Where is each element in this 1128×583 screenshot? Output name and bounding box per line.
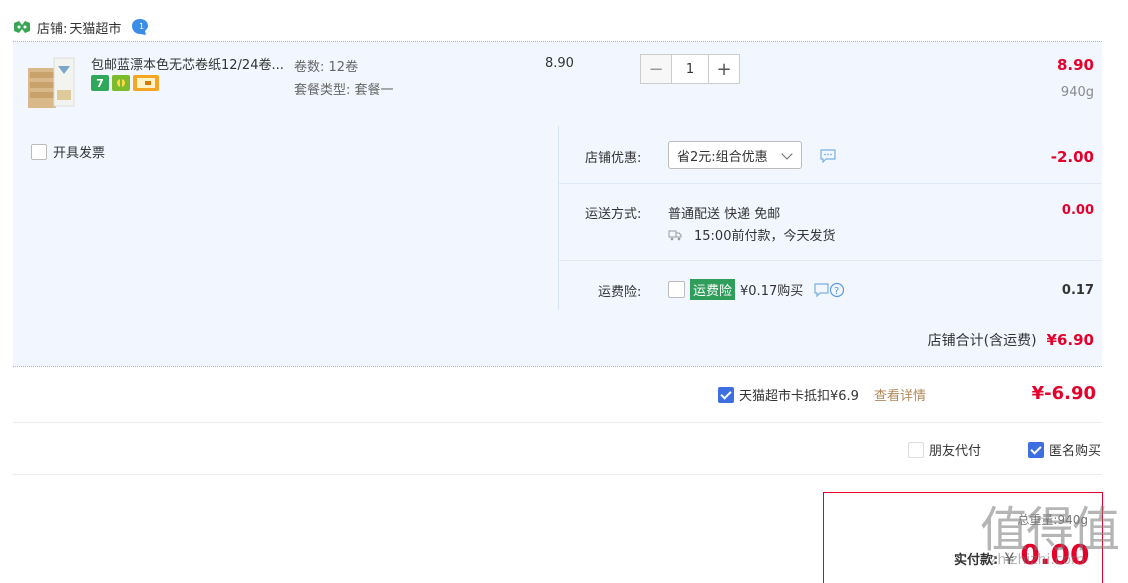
seven-day-return-icon: 7 [91, 75, 109, 91]
order-options-panel: 开具发票 店铺优惠: 省2元:组合优惠 -2.00 运送方式: 普通配送 快递 … [13, 126, 1102, 310]
shop-header: 店铺: 天猫超市 1 [13, 15, 149, 39]
cloud-warehouse-icon [112, 75, 130, 91]
friend-pay-checkbox[interactable] [908, 441, 924, 458]
shop-total-amount: ¥6.90 [1046, 331, 1094, 349]
shop-label: 店铺: [37, 21, 68, 37]
chat-icon[interactable]: 1 [131, 18, 149, 36]
card-deduct-checkbox[interactable] [718, 386, 734, 403]
insurance-tag: 运费险 [690, 279, 736, 300]
shipping-label: 运送方式: [585, 207, 642, 222]
section-divider [13, 474, 1102, 475]
section-divider [13, 422, 1102, 423]
invoice-label: 开具发票 [53, 146, 106, 161]
invoice-checkbox[interactable] [31, 143, 47, 160]
decrease-quantity-button[interactable]: − [640, 54, 672, 84]
shop-name-link[interactable]: 天猫超市 [69, 18, 121, 37]
increase-quantity-button[interactable]: + [708, 54, 740, 84]
shop-discount-select[interactable]: 省2元:组合优惠 [668, 141, 802, 169]
message-icon[interactable] [820, 149, 836, 163]
shop-total-label: 店铺合计(含运费) [927, 333, 1037, 349]
card-deduct-label: 天猫超市卡抵扣¥6.9 [739, 389, 859, 404]
insurance-label: 运费险: [598, 285, 642, 300]
delivery-truck-icon [668, 230, 682, 240]
chevron-down-icon [781, 148, 793, 160]
spec-roll-count: 卷数: 12卷 [294, 60, 359, 75]
item-subtotal: 8.90 [1056, 56, 1094, 74]
options-divider [558, 126, 559, 310]
quantity-stepper: − 1 + [640, 54, 740, 84]
item-weight: 940g [1060, 85, 1094, 100]
unit-price: 8.90 [545, 56, 574, 71]
invoice-option: 开具发票 [31, 142, 105, 161]
watermark-url: zhizhizhi.com [990, 552, 1085, 568]
tmall-logo-icon [14, 21, 30, 33]
anonymous-checkbox[interactable] [1028, 441, 1044, 458]
anonymous-option: 匿名购买 [1028, 440, 1101, 459]
card-deduct-option: 天猫超市卡抵扣¥6.9 查看详情 [718, 385, 926, 404]
card-payment-icon [133, 75, 159, 91]
insurance-help-icons[interactable]: ? [814, 282, 846, 298]
row-divider [559, 260, 1102, 261]
svg-text:?: ? [834, 286, 839, 297]
friend-pay-option: 朋友代付 [908, 440, 981, 459]
shipping-note: 15:00前付款，今天发货 [668, 225, 835, 244]
svg-text:1: 1 [139, 22, 144, 31]
friend-pay-label: 朋友代付 [929, 444, 982, 459]
product-thumbnail[interactable] [28, 54, 78, 110]
shop-discount-label: 店铺优惠: [585, 151, 642, 166]
shipping-amount: 0.00 [1061, 203, 1094, 218]
service-badges: 7 [91, 75, 162, 91]
insurance-option: 运费险 ¥0.17购买 ? [668, 279, 846, 300]
watermark-logo: 值得值 [980, 502, 1120, 558]
shipping-method: 普通配送 快递 免邮 [668, 207, 781, 222]
product-title-link[interactable]: 包邮蓝漂本色无芯卷纸12/24卷... [91, 54, 291, 73]
insurance-checkbox[interactable] [668, 281, 685, 298]
row-divider [559, 183, 1102, 184]
card-deduct-detail-link[interactable]: 查看详情 [874, 385, 926, 404]
insurance-price: ¥0.17购买 [740, 284, 804, 299]
card-deduct-amount: ¥-6.90 [1031, 383, 1096, 404]
insurance-amount: 0.17 [1061, 283, 1094, 298]
shop-total-row: 店铺合计(含运费) ¥6.90 [13, 310, 1102, 367]
shop-discount-selected: 省2元:组合优惠 [677, 149, 768, 165]
spec-package-type: 套餐类型: 套餐一 [294, 83, 394, 98]
anonymous-label: 匿名购买 [1049, 444, 1102, 459]
quantity-input[interactable]: 1 [672, 54, 708, 84]
shop-discount-amount: -2.00 [1050, 148, 1094, 166]
cart-item-row: 包邮蓝漂本色无芯卷纸12/24卷... 7 卷数: 12卷 套餐类型: 套餐一 … [13, 41, 1102, 127]
